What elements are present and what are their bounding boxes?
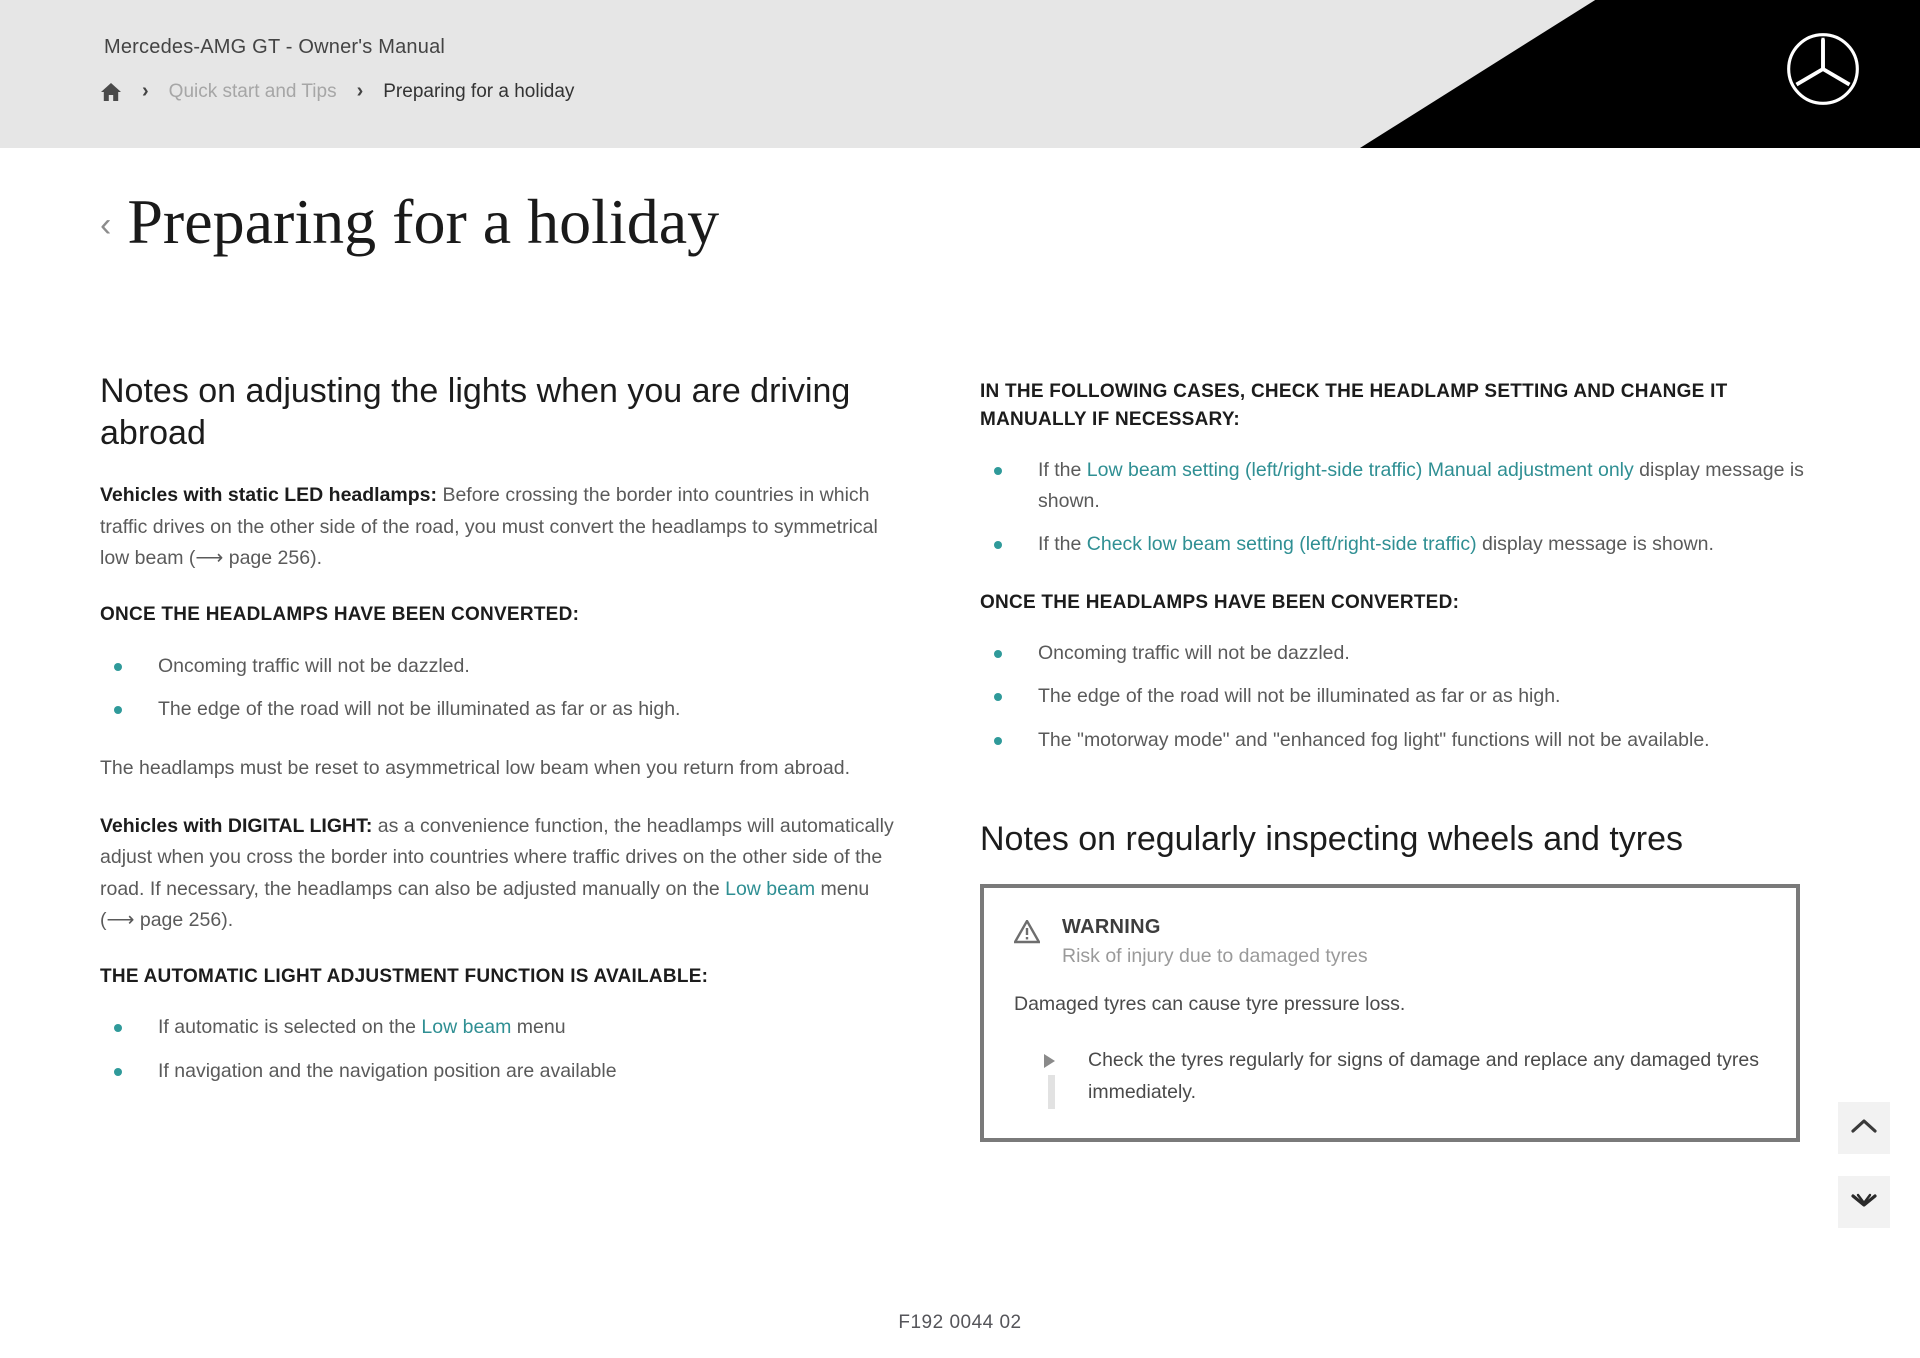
manual-page: Mercedes-AMG GT - Owner's Manual › Quick… bbox=[0, 0, 1920, 1358]
list-item-label: Oncoming traffic will not be dazzled. bbox=[1038, 642, 1350, 665]
list-item: If the Low beam setting (left/right-side… bbox=[980, 455, 1810, 517]
chevron-up-icon bbox=[1850, 1117, 1878, 1140]
scroll-down-button[interactable] bbox=[1838, 1176, 1890, 1228]
breadcrumb-parent[interactable]: Quick start and Tips bbox=[169, 81, 337, 103]
page-header: Mercedes-AMG GT - Owner's Manual › Quick… bbox=[0, 0, 1920, 148]
list-item-label: The edge of the road will not be illumin… bbox=[1038, 685, 1561, 708]
left-converted-heading: ONCE THE HEADLAMPS HAVE BEEN CONVERTED: bbox=[100, 604, 580, 626]
page-title-row: ‹ Preparing for a holiday bbox=[100, 190, 719, 254]
warning-subtitle: Risk of injury due to damaged tyres bbox=[1062, 944, 1368, 967]
list-item: If navigation and the navigation positio… bbox=[100, 1056, 920, 1087]
list-item: Check the tyres regularly for signs of d… bbox=[1014, 1045, 1766, 1110]
display-message-link[interactable]: Low beam setting (left/right-side traffi… bbox=[1087, 459, 1634, 481]
right-check-heading: IN THE FOLLOWING CASES, CHECK THE HEADLA… bbox=[980, 381, 1728, 430]
right-check-bullets: If the Low beam setting (left/right-side… bbox=[980, 455, 1810, 561]
low-beam-link[interactable]: Low beam bbox=[725, 878, 815, 900]
bullet-dot-icon bbox=[114, 705, 122, 714]
list-item-post: menu bbox=[511, 1016, 566, 1039]
scroll-up-button[interactable] bbox=[1838, 1102, 1890, 1154]
list-item-pre: If automatic is selected on the bbox=[158, 1016, 422, 1039]
list-item: The edge of the road will not be illumin… bbox=[100, 694, 920, 725]
bullet-dot-icon bbox=[994, 541, 1002, 550]
breadcrumb-current: Preparing for a holiday bbox=[383, 80, 575, 102]
list-item-pre: If the bbox=[1038, 533, 1087, 556]
left-auto-heading: THE AUTOMATIC LIGHT ADJUSTMENT FUNCTION … bbox=[100, 965, 709, 987]
bullet-dot-icon bbox=[994, 467, 1002, 476]
list-item: The "motorway mode" and "enhanced fog li… bbox=[980, 725, 1810, 756]
list-item-post: display message is shown. bbox=[1476, 533, 1714, 556]
list-item: If automatic is selected on the Low beam… bbox=[100, 1012, 920, 1043]
wheels-section-heading: Notes on regularly inspecting wheels and… bbox=[980, 819, 1684, 858]
list-item-label: Oncoming traffic will not be dazzled. bbox=[158, 654, 470, 677]
left-auto-bullets: If automatic is selected on the Low beam… bbox=[100, 1012, 920, 1086]
left-section-heading: Notes on adjusting the lights when you a… bbox=[100, 372, 851, 453]
list-item: Oncoming traffic will not be dazzled. bbox=[100, 651, 920, 682]
list-item-label: Check the tyres regularly for signs of d… bbox=[1088, 1049, 1759, 1103]
warning-box: WARNING Risk of injury due to damaged ty… bbox=[980, 883, 1800, 1142]
paragraph-digital-light-lead: Vehicles with DIGITAL LIGHT: bbox=[100, 814, 373, 837]
page-title: Preparing for a holiday bbox=[127, 186, 720, 257]
warning-text-block: WARNING Risk of injury due to damaged ty… bbox=[1062, 914, 1368, 971]
chevron-down-icon bbox=[1850, 1191, 1878, 1214]
warning-actions: Check the tyres regularly for signs of d… bbox=[1014, 1045, 1766, 1110]
left-column: Notes on adjusting the lights when you a… bbox=[100, 370, 920, 1142]
list-item-label: The "motorway mode" and "enhanced fog li… bbox=[1038, 728, 1710, 751]
left-converted-bullets: Oncoming traffic will not be dazzled. Th… bbox=[100, 651, 920, 725]
list-item-pre: If navigation and the navigation positio… bbox=[158, 1059, 617, 1082]
list-item-pre: If the bbox=[1038, 459, 1087, 482]
warning-title: WARNING bbox=[1062, 915, 1161, 938]
paragraph-static-led: Vehicles with static LED headlamps: Befo… bbox=[100, 480, 900, 575]
footer-doc-code: F192 0044 02 bbox=[898, 1312, 1022, 1333]
floating-buttons bbox=[1838, 1102, 1890, 1228]
bullet-dot-icon bbox=[994, 650, 1002, 659]
action-bar-icon bbox=[1048, 1075, 1055, 1110]
breadcrumb-separator-1: › bbox=[142, 80, 149, 102]
warning-triangle-icon bbox=[1012, 918, 1042, 949]
content-columns: Notes on adjusting the lights when you a… bbox=[0, 370, 1920, 1142]
list-item: The edge of the road will not be illumin… bbox=[980, 681, 1810, 712]
home-icon[interactable] bbox=[100, 82, 122, 102]
mercedes-star-logo bbox=[1784, 30, 1862, 108]
paragraph-static-led-lead: Vehicles with static LED headlamps: bbox=[100, 484, 438, 507]
list-item-label: The edge of the road will not be illumin… bbox=[158, 697, 681, 720]
warning-body-text: Damaged tyres can cause tyre pressure lo… bbox=[1014, 993, 1406, 1016]
right-converted-bullets: Oncoming traffic will not be dazzled. Th… bbox=[980, 638, 1810, 756]
bullet-dot-icon bbox=[114, 1024, 122, 1033]
bullet-dot-icon bbox=[994, 736, 1002, 745]
back-chevron-icon[interactable]: ‹ bbox=[100, 208, 111, 242]
breadcrumb: › Quick start and Tips › Preparing for a… bbox=[100, 80, 574, 103]
bullet-dot-icon bbox=[114, 662, 122, 671]
action-triangle-icon bbox=[1044, 1054, 1055, 1069]
right-converted-heading: ONCE THE HEADLAMPS HAVE BEEN CONVERTED: bbox=[980, 591, 1460, 613]
warning-header: WARNING Risk of injury due to damaged ty… bbox=[1012, 914, 1766, 971]
bullet-dot-icon bbox=[994, 693, 1002, 702]
list-item: If the Check low beam setting (left/righ… bbox=[980, 529, 1810, 560]
display-message-link[interactable]: Check low beam setting (left/right-side … bbox=[1087, 533, 1477, 555]
paragraph-reset: The headlamps must be reset to asymmetri… bbox=[100, 756, 851, 779]
right-column: IN THE FOLLOWING CASES, CHECK THE HEADLA… bbox=[980, 370, 1810, 1142]
list-item: Oncoming traffic will not be dazzled. bbox=[980, 638, 1810, 669]
breadcrumb-separator-2: › bbox=[356, 80, 364, 102]
low-beam-link[interactable]: Low beam bbox=[421, 1016, 511, 1038]
bullet-dot-icon bbox=[114, 1067, 122, 1076]
paragraph-digital-light: Vehicles with DIGITAL LIGHT: as a conven… bbox=[100, 811, 900, 937]
manual-title: Mercedes-AMG GT - Owner's Manual bbox=[104, 36, 446, 58]
